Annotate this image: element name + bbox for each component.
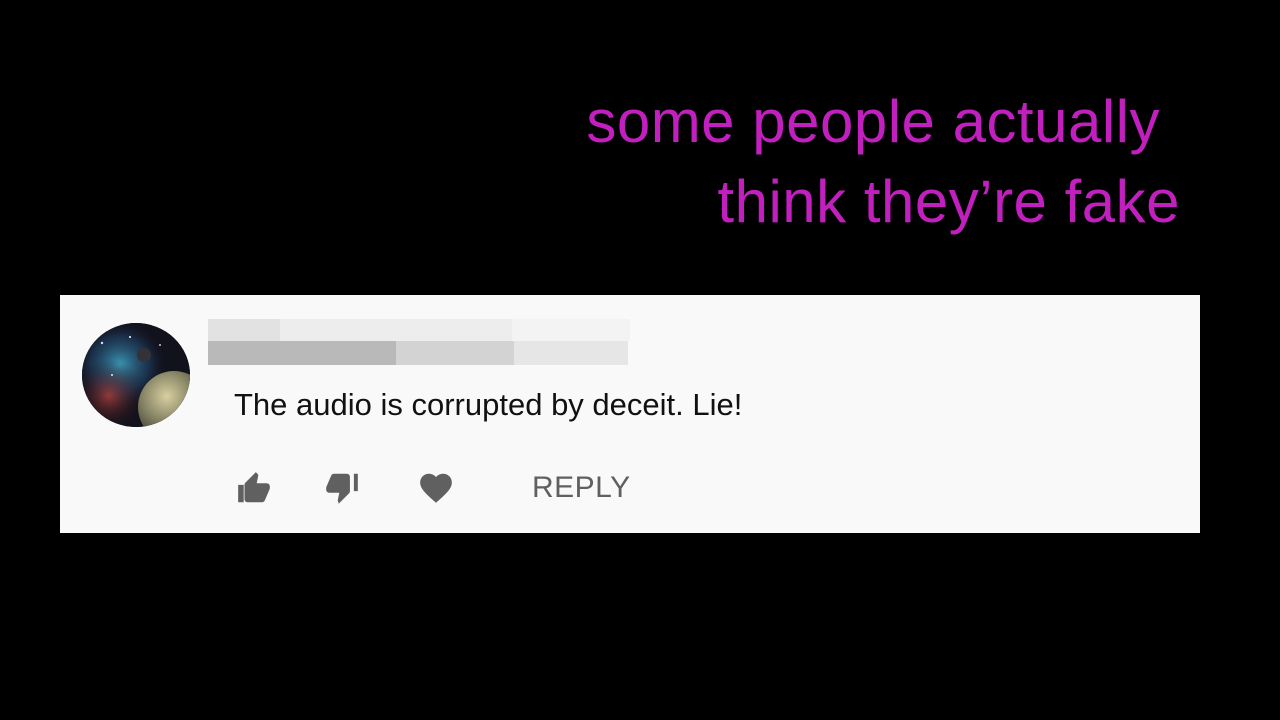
user-avatar[interactable] — [82, 323, 190, 427]
comment-card: The audio is corrupted by deceit. Lie! R… — [60, 295, 1200, 533]
comment-text: The audio is corrupted by deceit. Lie! — [234, 387, 743, 422]
thumbs-up-icon[interactable] — [232, 468, 276, 508]
planet-avatar-icon — [82, 323, 190, 427]
thumbs-down-icon[interactable] — [320, 468, 364, 508]
comment-actions: REPLY — [232, 467, 631, 509]
caption-line-2: think they’re fake — [717, 168, 1180, 235]
heart-icon[interactable] — [414, 468, 458, 508]
reply-button[interactable]: REPLY — [532, 471, 631, 505]
caption-line-1: some people actually — [586, 88, 1160, 155]
caption-overlay: some people actually think they’re fake — [586, 82, 1179, 242]
video-frame: some people actually think they’re fake — [0, 0, 1280, 720]
username-redacted — [208, 319, 630, 365]
